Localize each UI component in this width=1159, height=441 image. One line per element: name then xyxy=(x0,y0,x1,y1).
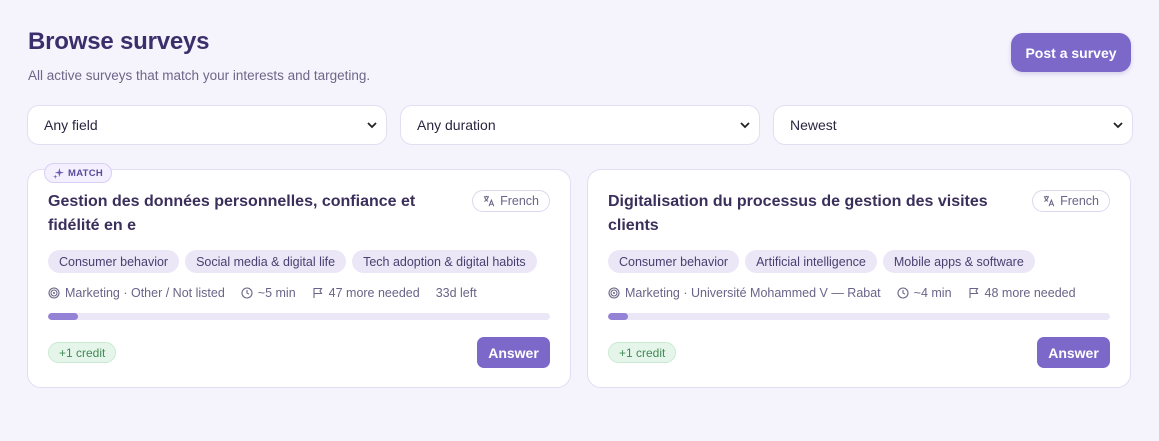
credit-badge: +1 credit xyxy=(608,342,677,363)
clock-icon xyxy=(241,287,253,299)
interest-tag: Consumer behavior xyxy=(48,250,180,273)
flag-icon xyxy=(968,287,979,298)
translate-icon xyxy=(1043,195,1055,207)
survey-card: Digitalisation du processus de gestion d… xyxy=(587,169,1131,388)
needed-text: 48 more needed xyxy=(984,286,1076,300)
interest-tag: Artificial intelligence xyxy=(745,250,877,273)
post-survey-button[interactable]: Post a survey xyxy=(1011,33,1131,72)
survey-title: Gestion des données personnelles, confia… xyxy=(48,193,416,234)
language-chip: French xyxy=(472,190,550,212)
interest-tag: Social media & digital life xyxy=(185,250,347,273)
page-title: Browse surveys xyxy=(28,28,210,55)
field-text: Marketing · Other / Not listed xyxy=(65,286,225,300)
survey-meta: Marketing · Other / Not listed ~5 min 47… xyxy=(48,286,493,300)
duration-filter-value: Any duration xyxy=(417,117,496,133)
flag-icon xyxy=(313,287,323,298)
progress-bar xyxy=(48,313,550,320)
answer-button[interactable]: Answer xyxy=(477,337,550,368)
clock-icon xyxy=(897,287,909,299)
target-icon xyxy=(608,287,620,299)
tag-list: Consumer behavior Social media & digital… xyxy=(48,250,537,273)
duration-text: ~5 min xyxy=(257,286,296,300)
language-chip: French xyxy=(1032,190,1110,212)
duration-text: ~4 min xyxy=(913,286,952,300)
credit-badge: +1 credit xyxy=(48,342,117,363)
deadline-meta: 33d left xyxy=(436,286,477,300)
progress-bar xyxy=(608,313,1110,320)
interest-tag: Consumer behavior xyxy=(608,250,740,273)
field-meta: Marketing · Other / Not listed xyxy=(48,286,225,300)
tag-list: Consumer behavior Artificial intelligenc… xyxy=(608,250,1035,273)
answer-button[interactable]: Answer xyxy=(1037,337,1110,368)
match-label: MATCH xyxy=(68,167,104,179)
needed-meta: 48 more needed xyxy=(968,286,1076,300)
progress-fill xyxy=(48,313,79,320)
sparkle-icon xyxy=(53,167,64,179)
deadline-text: 33d left xyxy=(435,286,477,300)
filter-bar: Any field Any duration Newest xyxy=(27,105,1133,145)
interest-tag: Tech adoption & digital habits xyxy=(352,250,537,273)
duration-meta: ~4 min xyxy=(897,286,952,300)
survey-card: MATCH Gestion des données personnelles, … xyxy=(27,163,571,388)
survey-title: Digitalisation du processus de gestion d… xyxy=(608,193,988,234)
field-text: Marketing · Université Mohammed V — Raba… xyxy=(625,286,881,300)
target-icon xyxy=(48,287,60,299)
sort-value: Newest xyxy=(790,117,837,133)
needed-meta: 47 more needed xyxy=(312,286,420,300)
chevron-down-icon xyxy=(740,122,750,129)
field-meta: Marketing · Université Mohammed V — Raba… xyxy=(608,286,881,300)
page-subtitle: All active surveys that match your inter… xyxy=(28,68,371,83)
duration-meta: ~5 min xyxy=(241,286,296,300)
needed-text: 47 more needed xyxy=(328,286,420,300)
language-label: French xyxy=(1060,194,1099,208)
field-filter-value: Any field xyxy=(44,117,98,133)
sort-select[interactable]: Newest xyxy=(773,105,1133,145)
duration-filter-select[interactable]: Any duration xyxy=(400,105,760,145)
chevron-down-icon xyxy=(367,122,377,129)
field-filter-select[interactable]: Any field xyxy=(27,105,387,145)
survey-meta: Marketing · Université Mohammed V — Raba… xyxy=(608,286,1092,300)
language-label: French xyxy=(500,194,539,208)
translate-icon xyxy=(483,195,495,207)
chevron-down-icon xyxy=(1113,122,1123,129)
interest-tag: Mobile apps & software xyxy=(882,250,1035,273)
page-header: Browse surveys All active surveys that m… xyxy=(28,28,370,83)
match-badge: MATCH xyxy=(44,163,113,183)
progress-fill xyxy=(608,313,629,320)
